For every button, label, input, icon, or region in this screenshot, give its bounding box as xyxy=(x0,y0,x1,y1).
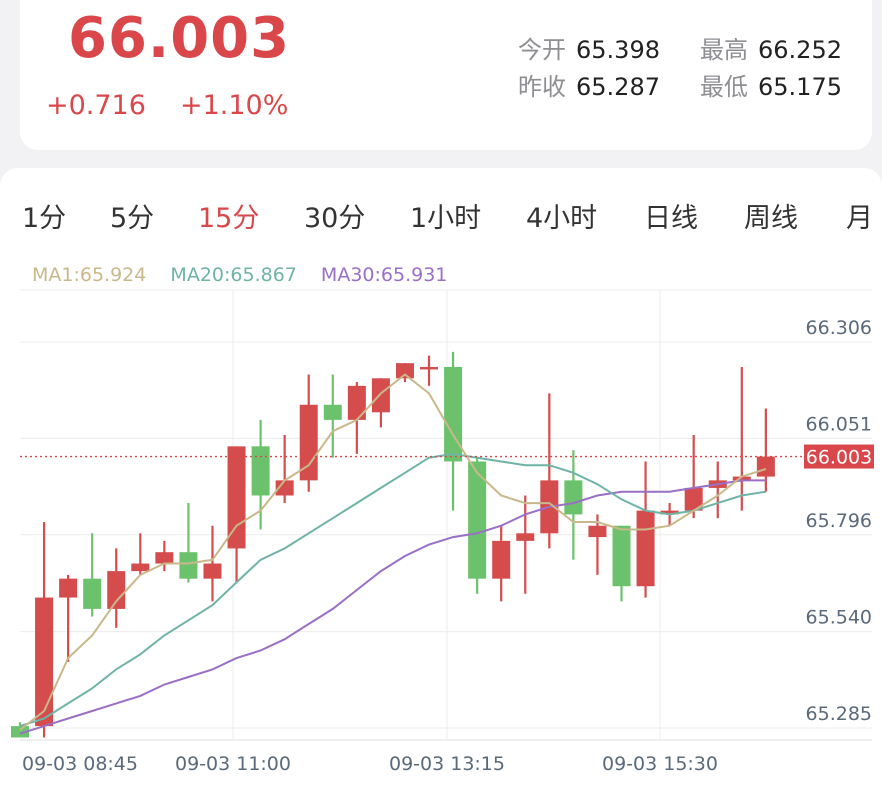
candle-body xyxy=(516,533,535,541)
candle-body xyxy=(203,563,222,579)
ma20-line xyxy=(19,452,767,728)
price-change-percent: +1.10% xyxy=(180,90,289,121)
open-stat: 今开 65.398 xyxy=(518,30,660,65)
candle-body xyxy=(444,366,463,462)
candle-body xyxy=(251,446,270,496)
low-stat: 最低 65.175 xyxy=(700,67,842,102)
candle-body xyxy=(83,578,102,609)
candlestick-chart[interactable]: 66.306 66.051 65.796 65.540 65.285 09-03 08:4… xyxy=(0,168,882,792)
candle-body xyxy=(612,525,631,587)
prev-close-stat: 昨收 65.287 xyxy=(518,67,660,102)
candle-body xyxy=(756,456,775,477)
high-label: 最高 xyxy=(700,36,748,64)
x-tick-label: 09-03 08:45 xyxy=(22,753,138,775)
x-tick-label: 09-03 11:00 xyxy=(175,753,291,775)
candle-body xyxy=(107,571,126,609)
low-label: 最低 xyxy=(700,73,748,101)
chart-card: 1分 5分 15分 30分 1小时 4小时 日线 周线 月 MA1:65.924… xyxy=(0,168,882,792)
y-tick-label: 65.540 xyxy=(806,607,872,629)
candle-body xyxy=(492,540,511,579)
low-value: 65.175 xyxy=(758,73,842,101)
candle-body xyxy=(420,366,439,370)
candle-body xyxy=(588,525,607,538)
candle-body xyxy=(636,510,655,587)
candle-body xyxy=(323,404,342,420)
prev-close-value: 65.287 xyxy=(576,73,660,101)
prev-close-label: 昨收 xyxy=(518,73,566,101)
y-tick-label: 66.051 xyxy=(806,413,872,435)
candle-body xyxy=(564,480,583,515)
candle-body xyxy=(131,563,150,572)
y-tick-label: 65.285 xyxy=(806,703,872,725)
current-price-label: 66.003 xyxy=(806,447,872,469)
candle-body xyxy=(59,578,78,598)
candle-body xyxy=(155,552,174,564)
open-label: 今开 xyxy=(518,36,566,64)
last-price: 66.003 xyxy=(68,6,291,71)
candle-body xyxy=(347,385,366,420)
candle-body xyxy=(371,378,390,413)
y-tick-label: 65.796 xyxy=(806,510,872,532)
open-value: 65.398 xyxy=(576,36,660,64)
x-tick-label: 09-03 15:30 xyxy=(602,753,718,775)
y-tick-label: 66.306 xyxy=(806,317,872,339)
quote-card: 66.003 +0.716 +1.10% 今开 65.398 最高 66.252 昨… xyxy=(20,0,872,150)
price-change: +0.716 xyxy=(46,90,146,121)
high-value: 66.252 xyxy=(758,36,842,64)
candle-body xyxy=(35,597,54,727)
high-stat: 最高 66.252 xyxy=(700,30,842,65)
candle-body xyxy=(179,552,198,579)
x-tick-label: 09-03 13:15 xyxy=(389,753,505,775)
candle-body xyxy=(395,363,414,379)
